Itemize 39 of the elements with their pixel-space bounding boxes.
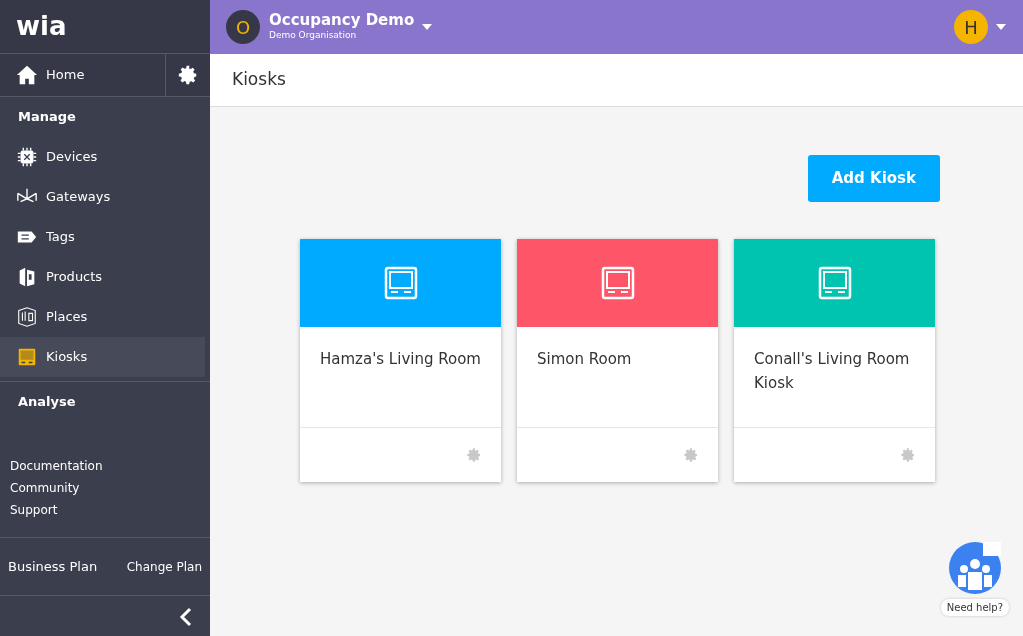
settings-icon — [177, 64, 199, 86]
logo-text: wia — [16, 10, 67, 43]
section-heading: Manage — [17, 108, 77, 126]
people-icon — [948, 542, 1001, 594]
building-icon — [16, 305, 38, 328]
sidebar-item[interactable]: Products — [0, 256, 205, 297]
help-label: Need help? — [940, 599, 1009, 616]
sidebar-item[interactable]: Tags — [0, 216, 205, 257]
sidebar-item[interactable]: Kiosks — [0, 336, 205, 377]
kiosk-card[interactable]: Hamza's Living Room — [300, 238, 501, 482]
caret-down-icon — [996, 24, 1006, 30]
chip-icon — [16, 145, 38, 168]
kiosk-icon — [600, 265, 635, 300]
sidebar-item[interactable]: Gateways — [0, 176, 205, 217]
chevron-left-icon — [179, 606, 193, 627]
kiosk-card[interactable]: Conall's Living Room Kiosk — [734, 238, 935, 482]
kiosk-icon — [817, 265, 852, 300]
space-switcher[interactable]: Occupancy Demo Demo Organisation — [268, 10, 434, 44]
house-icon — [16, 64, 38, 86]
sidebar-link[interactable]: Support — [0, 499, 68, 521]
kiosk-name: Simon Room — [537, 349, 632, 368]
settings-icon — [900, 447, 916, 463]
section-heading: Analyse — [17, 392, 77, 411]
kiosk-name: Hamza's Living Room — [320, 349, 481, 368]
kiosk-name: Conall's Living Room Kiosk — [754, 349, 910, 392]
kiosk-icon — [383, 265, 418, 300]
plan-name: Business Plan — [8, 557, 98, 576]
sidebar-item[interactable]: Places — [0, 296, 205, 337]
help-button[interactable] — [947, 541, 1002, 595]
caret-down-icon — [422, 24, 433, 30]
sidebar-item[interactable]: Devices — [0, 136, 205, 177]
sidebar-link[interactable]: Community — [0, 477, 90, 499]
sidebar-link[interactable]: Documentation — [0, 455, 113, 477]
kiosk-card[interactable]: Simon Room — [517, 238, 718, 482]
page-title: Kiosks — [232, 68, 286, 92]
org-avatar: O — [226, 10, 260, 44]
settings-icon — [683, 447, 699, 463]
settings-icon — [466, 447, 482, 463]
change-plan-link[interactable]: Change Plan — [126, 557, 202, 576]
